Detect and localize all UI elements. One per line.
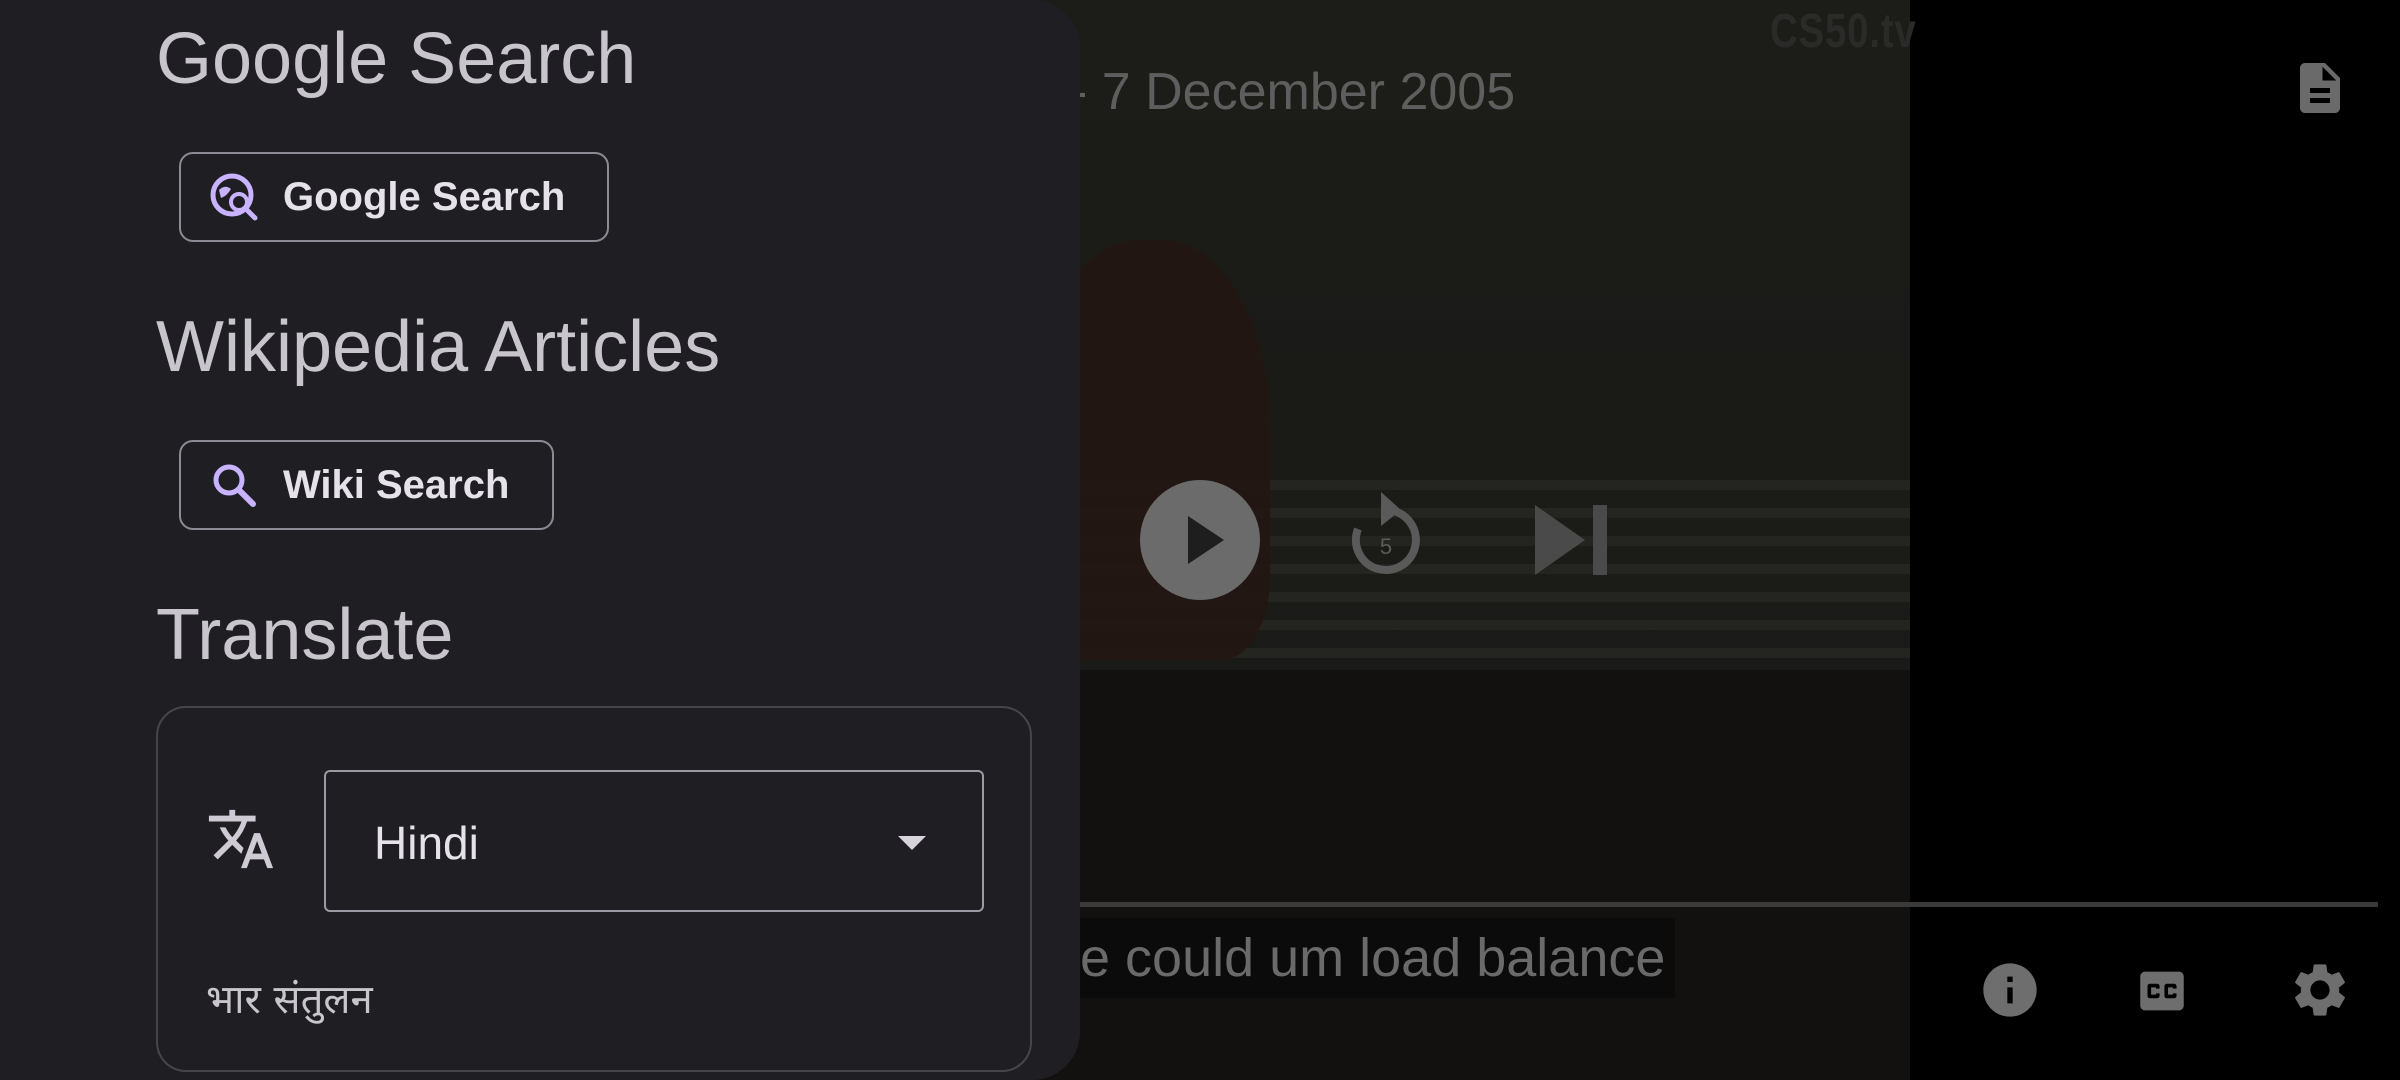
watermark: CS50.tv <box>1770 5 1917 58</box>
google-search-button-label: Google Search <box>283 174 566 219</box>
google-search-heading: Google Search <box>156 19 637 99</box>
language-select[interactable]: Hindi <box>324 770 984 912</box>
selected-language: Hindi <box>374 817 479 869</box>
info-icon[interactable] <box>1978 958 2042 1022</box>
replay-5-icon[interactable]: 5 <box>1345 488 1427 578</box>
google-search-icon <box>209 172 259 222</box>
google-search-button[interactable]: Google Search <box>179 152 609 242</box>
wiki-search-button-label: Wiki Search <box>283 462 510 507</box>
gear-icon[interactable] <box>2288 958 2352 1022</box>
chevron-down-icon <box>898 836 926 850</box>
progress-bar[interactable] <box>1000 902 2378 907</box>
video-title: - 7 December 2005 <box>1070 63 1516 121</box>
translate-icon <box>206 804 276 874</box>
translate-card: Hindi भार संतुलन <box>156 706 1032 1072</box>
skip-next-icon[interactable] <box>1535 505 1610 575</box>
translate-heading: Translate <box>156 595 454 675</box>
search-side-panel: Google Search Google Search Wikipedia Ar… <box>0 0 1080 1080</box>
caption-text: e could um load balance <box>1040 918 1676 998</box>
video-scene-floor <box>1000 670 1910 1080</box>
closed-captions-icon[interactable] <box>2133 962 2197 1026</box>
translated-text: भार संतुलन <box>206 977 373 1023</box>
wiki-search-button[interactable]: Wiki Search <box>179 440 554 530</box>
notes-icon[interactable] <box>2290 58 2350 118</box>
play-icon[interactable] <box>1140 480 1260 600</box>
search-icon <box>209 460 259 510</box>
wikipedia-articles-heading: Wikipedia Articles <box>156 307 721 387</box>
replay-seconds: 5 <box>1380 534 1392 559</box>
